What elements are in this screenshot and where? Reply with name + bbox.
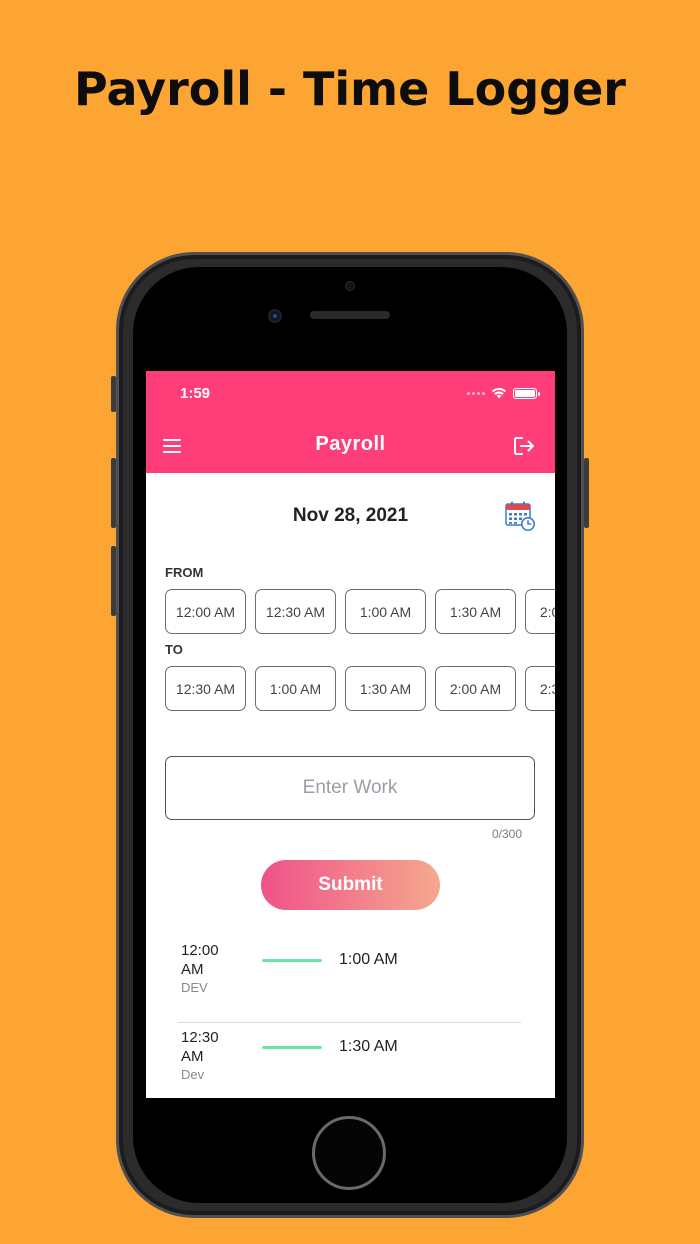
to-time-chip[interactable]: 1:00 AM	[255, 666, 336, 711]
to-time-chip[interactable]: 12:30 AM	[165, 666, 246, 711]
front-camera	[268, 309, 282, 323]
home-button[interactable]	[312, 1116, 386, 1190]
entry-connector-line	[262, 959, 322, 962]
from-time-row: 12:00 AM 12:30 AM 1:00 AM 1:30 AM 2:00 A…	[165, 589, 555, 634]
logout-icon[interactable]	[513, 435, 535, 457]
character-counter: 0/300	[491, 827, 522, 841]
from-time-chip[interactable]: 12:00 AM	[165, 589, 246, 634]
to-time-chip[interactable]: 2:30 AM	[525, 666, 555, 711]
from-time-chip[interactable]: 1:30 AM	[435, 589, 516, 634]
from-time-chip[interactable]: 2:00 AM	[525, 589, 555, 634]
status-time: 1:59	[180, 385, 211, 402]
submit-button[interactable]: Submit	[261, 860, 440, 910]
list-item[interactable]: 12:00 AM DEV 1:00 AM	[146, 936, 555, 1023]
entry-tag: DEV	[181, 980, 208, 995]
wifi-icon	[491, 388, 507, 399]
from-time-chip[interactable]: 12:30 AM	[255, 589, 336, 634]
entry-connector-line	[262, 1046, 322, 1049]
entry-to-time: 1:00 AM	[339, 951, 398, 968]
entry-from-time: 12:00 AM	[181, 942, 219, 978]
entry-tag: Dev	[181, 1067, 205, 1082]
app-screen: 1:59 Payroll Nov 28, 2021 FROM 12:00 AM …	[146, 371, 555, 1098]
volume-up-button	[111, 458, 116, 528]
selected-date: Nov 28, 2021	[292, 505, 409, 526]
power-button	[584, 458, 589, 528]
date-row: Nov 28, 2021	[146, 473, 555, 555]
to-time-chip[interactable]: 1:30 AM	[345, 666, 426, 711]
to-time-chip[interactable]: 2:00 AM	[435, 666, 516, 711]
time-entries-list: 12:00 AM DEV 1:00 AM 12:30 AM Dev 1:30 A…	[146, 936, 555, 1098]
signal-dots-icon	[467, 391, 485, 395]
entry-from-time: 12:30 AM	[181, 1029, 219, 1065]
entry-to-time: 1:30 AM	[339, 1038, 398, 1055]
calendar-clock-icon[interactable]	[505, 501, 535, 531]
status-bar: 1:59	[146, 371, 555, 421]
to-time-row: 12:30 AM 1:00 AM 1:30 AM 2:00 AM 2:30 AM	[165, 666, 555, 711]
nav-title: Payroll	[315, 433, 386, 455]
mute-switch	[111, 376, 116, 412]
promo-headline: Payroll - Time Logger	[74, 62, 626, 116]
work-description-input[interactable]	[165, 756, 535, 820]
list-item[interactable]: 12:30 AM Dev 1:30 AM	[146, 1023, 555, 1098]
status-icons	[467, 387, 540, 399]
earpiece-speaker	[310, 311, 390, 319]
from-time-chip[interactable]: 1:00 AM	[345, 589, 426, 634]
battery-icon	[513, 387, 540, 399]
from-label: FROM	[165, 565, 204, 580]
nav-bar: Payroll	[146, 421, 555, 473]
volume-down-button	[111, 546, 116, 616]
proximity-sensor	[345, 281, 355, 291]
to-label: TO	[165, 642, 183, 657]
